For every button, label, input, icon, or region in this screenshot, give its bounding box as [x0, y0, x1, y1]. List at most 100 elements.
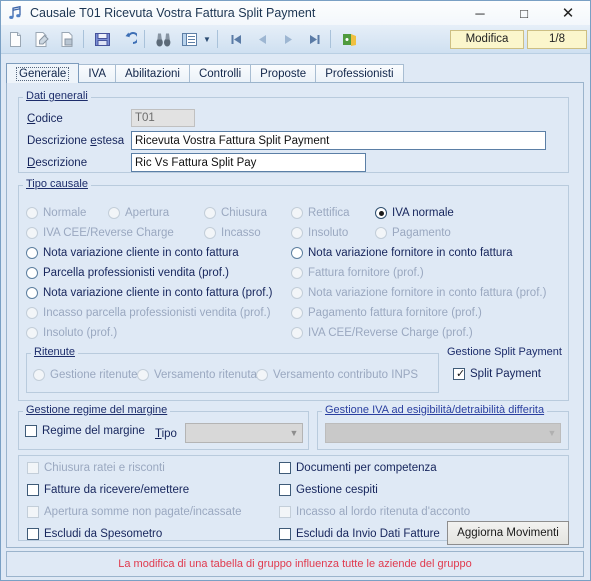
checkbox-chiusura-ratei-risconti[interactable]: Chiusura ratei e risconti — [27, 462, 165, 474]
minimize-button[interactable]: ─ — [458, 2, 502, 25]
checkbox-chiusura-ratei-risconti-control[interactable] — [27, 462, 39, 474]
radio-incasso-parcella-professionisti-label: Incasso parcella professionisti vendita … — [43, 307, 271, 319]
radio-versamento-contributo-inps[interactable]: Versamento contributo INPS — [256, 369, 418, 381]
group-iva-differita-title-text: Gestione IVA ad esigibilità/detraibilità… — [325, 404, 545, 416]
checkbox-documenti-per-competenza[interactable]: Documenti per competenza — [279, 462, 437, 474]
find-icon[interactable] — [151, 27, 175, 51]
radio-insoluto[interactable]: Insoluto — [291, 227, 348, 239]
checkbox-documenti-per-competenza-control[interactable] — [279, 462, 291, 474]
codice-field[interactable]: T01 — [131, 109, 195, 127]
tab-professionisti[interactable]: Professionisti — [315, 64, 404, 83]
save-document-icon[interactable] — [55, 27, 79, 51]
prev-record-icon[interactable] — [250, 27, 274, 51]
radio-fattura-fornitore-prof-control[interactable] — [291, 267, 303, 279]
radio-versamento-contributo-inps-control[interactable] — [256, 369, 268, 381]
checkbox-escludi-da-invio-dati-fatture-control[interactable] — [279, 528, 291, 540]
undo-icon[interactable] — [116, 27, 140, 51]
tab-controlli[interactable]: Controlli — [188, 64, 252, 83]
radio-nota-variazione-fornitore-prof[interactable]: Nota variazione fornitore in conto fattu… — [291, 287, 546, 299]
last-record-icon[interactable] — [302, 27, 326, 51]
checkbox-split-payment[interactable]: ✓ Split Payment — [453, 368, 541, 380]
checkbox-apertura-somme-non-pagate-control[interactable] — [27, 506, 39, 518]
checkbox-apertura-somme-non-pagate[interactable]: Apertura somme non pagate/incassate — [27, 506, 242, 518]
edit-document-icon[interactable] — [29, 27, 53, 51]
maximize-button[interactable]: □ — [502, 2, 546, 25]
radio-apertura-control[interactable] — [108, 207, 120, 219]
radio-parcella-professionisti-vendita[interactable]: Parcella professionisti vendita (prof.) — [26, 267, 229, 279]
tab-abilitazioni[interactable]: Abilitazioni — [115, 64, 190, 83]
exit-icon[interactable] — [337, 27, 361, 51]
checkbox-split-payment-control[interactable]: ✓ — [453, 368, 465, 380]
checkbox-escludi-da-spesometro[interactable]: Escludi da Spesometro — [27, 528, 162, 540]
radio-versamento-contributo-inps-label: Versamento contributo INPS — [273, 369, 419, 381]
radio-nota-variazione-fornitore[interactable]: Nota variazione fornitore in conto fattu… — [291, 247, 513, 259]
tab-generale[interactable]: Generale — [6, 63, 80, 83]
chevron-down-icon[interactable]: ▼ — [286, 424, 302, 442]
radio-nota-variazione-cliente-prof[interactable]: Nota variazione cliente in conto fattura… — [26, 287, 272, 299]
tab-proposte[interactable]: Proposte — [250, 64, 317, 83]
radio-pagamento-fattura-fornitore-prof[interactable]: Pagamento fattura fornitore (prof.) — [291, 307, 482, 319]
radio-iva-cee-reverse-charge-control[interactable] — [26, 227, 38, 239]
checkbox-regime-margine-control[interactable] — [25, 425, 37, 437]
radio-pagamento[interactable]: Pagamento — [375, 227, 451, 239]
group-tipo-causale-title-text: Tipo causale — [26, 178, 88, 190]
radio-iva-cee-reverse-charge-prof[interactable]: IVA CEE/Reverse Charge (prof.) — [291, 327, 473, 339]
descrizione-estesa-field[interactable]: Ricevuta Vostra Fattura Split Payment — [131, 131, 546, 150]
tipo-combo[interactable]: ▼ — [185, 423, 303, 443]
aggiorna-movimenti-button[interactable]: Aggiorna Movimenti — [447, 521, 569, 545]
radio-chiusura-control[interactable] — [204, 207, 216, 219]
radio-gestione-ritenute[interactable]: Gestione ritenute — [33, 369, 138, 381]
radio-apertura[interactable]: Apertura — [108, 207, 169, 219]
radio-nota-variazione-cliente[interactable]: Nota variazione cliente in conto fattura — [26, 247, 239, 259]
radio-nota-variazione-cliente-control[interactable] — [26, 247, 38, 259]
checkbox-incasso-al-lordo-ritenuta-control[interactable] — [279, 506, 291, 518]
radio-gestione-ritenute-control[interactable] — [33, 369, 45, 381]
radio-nota-variazione-fornitore-control[interactable] — [291, 247, 303, 259]
chevron-down-icon[interactable]: ▼ — [544, 424, 560, 442]
checkbox-gestione-cespiti[interactable]: Gestione cespiti — [279, 484, 378, 496]
radio-incasso[interactable]: Incasso — [204, 227, 261, 239]
radio-fattura-fornitore-prof[interactable]: Fattura fornitore (prof.) — [291, 267, 424, 279]
checkbox-escludi-da-invio-dati-fatture-label: Escludi da Invio Dati Fatture — [296, 528, 440, 540]
checkbox-gestione-cespiti-control[interactable] — [279, 484, 291, 496]
radio-chiusura[interactable]: Chiusura — [204, 207, 267, 219]
radio-pagamento-fattura-fornitore-prof-control[interactable] — [291, 307, 303, 319]
radio-insoluto-prof-control[interactable] — [26, 327, 38, 339]
radio-iva-cee-reverse-charge-prof-control[interactable] — [291, 327, 303, 339]
radio-incasso-parcella-professionisti-control[interactable] — [26, 307, 38, 319]
close-button[interactable]: ✕ — [546, 2, 590, 25]
radio-rettifica[interactable]: Rettifica — [291, 207, 350, 219]
descrizione-field[interactable]: Ric Vs Fattura Split Pay — [131, 153, 366, 172]
radio-pagamento-control[interactable] — [375, 227, 387, 239]
tipo-label: Tipo — [155, 428, 177, 440]
checkbox-escludi-da-spesometro-control[interactable] — [27, 528, 39, 540]
radio-iva-normale[interactable]: IVA normale — [375, 207, 454, 219]
radio-normale[interactable]: Normale — [26, 207, 86, 219]
tab-iva[interactable]: IVA — [78, 64, 116, 83]
radio-rettifica-control[interactable] — [291, 207, 303, 219]
radio-incasso-parcella-professionisti[interactable]: Incasso parcella professionisti vendita … — [26, 307, 271, 319]
radio-iva-normale-control[interactable] — [375, 207, 387, 219]
radio-insoluto-control[interactable] — [291, 227, 303, 239]
save-icon[interactable] — [90, 27, 114, 51]
checkbox-fatture-da-ricevere-emettere[interactable]: Fatture da ricevere/emettere — [27, 484, 189, 496]
radio-nota-variazione-cliente-prof-control[interactable] — [26, 287, 38, 299]
radio-insoluto-prof[interactable]: Insoluto (prof.) — [26, 327, 117, 339]
first-record-icon[interactable] — [224, 27, 248, 51]
checkbox-fatture-da-ricevere-emettere-control[interactable] — [27, 484, 39, 496]
radio-iva-cee-reverse-charge[interactable]: IVA CEE/Reverse Charge — [26, 227, 174, 239]
radio-parcella-professionisti-vendita-control[interactable] — [26, 267, 38, 279]
dropdown-caret-icon[interactable]: ▼ — [201, 27, 213, 51]
iva-differita-combo[interactable]: ▼ — [325, 423, 561, 443]
checkbox-incasso-al-lordo-ritenuta[interactable]: Incasso al lordo ritenuta d'acconto — [279, 506, 470, 518]
list-icon[interactable] — [177, 27, 201, 51]
new-document-icon[interactable] — [3, 27, 27, 51]
radio-incasso-control[interactable] — [204, 227, 216, 239]
radio-versamento-ritenuta-control[interactable] — [137, 369, 149, 381]
checkbox-escludi-da-invio-dati-fatture[interactable]: Escludi da Invio Dati Fatture — [279, 528, 440, 540]
checkbox-regime-margine[interactable]: Regime del margine — [25, 425, 145, 437]
radio-normale-control[interactable] — [26, 207, 38, 219]
radio-nota-variazione-fornitore-prof-control[interactable] — [291, 287, 303, 299]
next-record-icon[interactable] — [276, 27, 300, 51]
radio-versamento-ritenuta[interactable]: Versamento ritenuta — [137, 369, 257, 381]
